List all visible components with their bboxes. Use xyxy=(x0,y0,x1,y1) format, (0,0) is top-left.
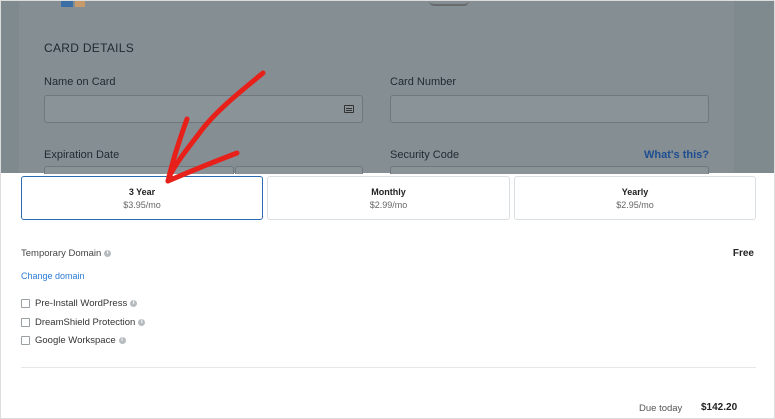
addon-label: Pre-Install WordPress xyxy=(35,297,128,309)
plan-price: $2.95/mo xyxy=(616,200,654,210)
security-code-input[interactable] xyxy=(390,166,709,174)
addon-label: DreamShield Protection xyxy=(35,316,136,328)
credit-card-icon xyxy=(344,105,354,113)
temporary-domain-label: Temporary Domain xyxy=(21,248,102,259)
plan-name: Yearly xyxy=(621,187,649,197)
checkbox[interactable] xyxy=(21,317,30,327)
card-details-title: CARD DETAILS xyxy=(44,41,135,55)
card-details-section xyxy=(19,1,734,173)
expiration-year-select[interactable] xyxy=(235,166,363,174)
checkbox[interactable] xyxy=(21,335,30,345)
change-domain-link[interactable]: Change domain xyxy=(21,271,85,281)
due-today-amount: $142.20 xyxy=(701,402,738,413)
plan-option-yearly[interactable]: Yearly $2.95/mo xyxy=(514,176,756,220)
addon-google-workspace[interactable]: Google Workspace i xyxy=(21,334,126,346)
plan-name: 3 Year xyxy=(128,187,156,197)
addon-pre-install-wordpress[interactable]: Pre-Install WordPress i xyxy=(21,297,138,309)
card-number-label: Card Number xyxy=(390,76,457,88)
temporary-domain-row: Temporary Domain i xyxy=(21,248,112,259)
addon-label: Google Workspace xyxy=(35,334,116,346)
plan-price: $3.95/mo xyxy=(123,200,161,210)
card-number-input[interactable] xyxy=(390,95,709,123)
card-details-overlay xyxy=(1,1,774,173)
whats-this-link[interactable]: What's this? xyxy=(644,149,709,161)
plan-price: $2.99/mo xyxy=(369,200,408,210)
addon-dreamshield-protection[interactable]: DreamShield Protection i xyxy=(21,316,146,328)
info-icon[interactable]: i xyxy=(118,336,126,344)
checkout-panel: CARD DETAILS Name on Card Card Number Ex… xyxy=(0,0,775,419)
name-on-card-input[interactable] xyxy=(44,95,363,123)
payment-logos-icon xyxy=(61,1,89,7)
cut-off-decoration xyxy=(429,1,469,6)
plan-name: Monthly xyxy=(371,187,406,197)
security-code-label: Security Code xyxy=(390,149,460,161)
info-icon[interactable]: i xyxy=(104,249,112,257)
plan-option-3-year[interactable]: 3 Year $3.95/mo xyxy=(21,176,263,220)
domain-price: Free xyxy=(732,248,754,259)
expiration-date-label: Expiration Date xyxy=(44,149,120,161)
due-today-label: Due today xyxy=(639,403,683,414)
checkbox[interactable] xyxy=(21,298,30,308)
name-on-card-label: Name on Card xyxy=(44,76,116,88)
info-icon[interactable]: i xyxy=(130,299,138,307)
divider xyxy=(21,367,756,368)
plan-option-monthly[interactable]: Monthly $2.99/mo xyxy=(267,176,510,220)
expiration-month-select[interactable] xyxy=(44,166,234,174)
info-icon[interactable]: i xyxy=(138,318,146,326)
